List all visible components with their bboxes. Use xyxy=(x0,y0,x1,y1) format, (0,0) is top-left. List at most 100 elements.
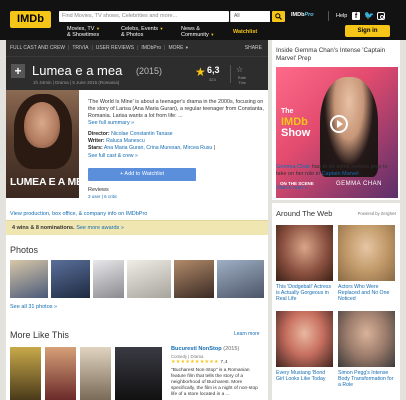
imdbpro-link[interactable]: IMDbPro xyxy=(291,12,314,18)
awards-bar: 4 wins & 8 nominations. See more awards … xyxy=(6,220,268,235)
facebook-icon[interactable]: f xyxy=(352,12,360,20)
rate-star-icon[interactable]: ☆ xyxy=(236,65,243,74)
stars-links[interactable]: Ana Maria Guran, Crina Muresan, Mircea R… xyxy=(104,145,212,151)
watchlist-link[interactable]: Watchlist xyxy=(233,26,257,38)
imdb-show-logo: The IMDb Show xyxy=(281,105,310,139)
title-bar: + Lumea e a mea (2015) 1h 44min | Drama … xyxy=(6,56,268,90)
plus-icon[interactable]: + xyxy=(11,64,25,78)
add-to-watchlist-button[interactable]: + Add to Watchlist xyxy=(88,168,196,181)
title-meta: 1h 44min | Drama | 5 June 2015 (Romania) xyxy=(33,80,120,85)
photo-thumbnail[interactable] xyxy=(10,260,48,298)
writer-link[interactable]: Raluca Manescu xyxy=(106,138,145,144)
poster-image[interactable]: LUMEA E A MEA xyxy=(6,90,79,198)
title-year[interactable]: (2015) xyxy=(136,66,162,76)
recommendation-poster[interactable] xyxy=(45,347,76,400)
director-link[interactable]: Nicolae Constantin Tanase xyxy=(111,131,173,137)
featured-title[interactable]: Bucuresti NonStop (2015) xyxy=(171,346,239,352)
sub-navigation: FULL CAST AND CREW | TRIVIA | USER REVIEWS | I… xyxy=(6,40,268,56)
powered-by-zergnet[interactable]: Powered by ZergNet xyxy=(358,211,396,216)
article-link[interactable]: Simon Pegg's Intense Body Transformation… xyxy=(338,370,396,389)
nav-movies-tv[interactable]: Movies, TV ▼ & Showtimes xyxy=(67,26,100,38)
nav-news-community[interactable]: News & Community ▼ xyxy=(181,26,214,38)
plot-text: 'The World Is Mine' is about a teenager'… xyxy=(88,99,264,119)
share-button[interactable]: SHARE xyxy=(245,40,262,56)
featured-rating[interactable]: ★★★★★★★★★★ 7,4 xyxy=(171,359,228,365)
caret-down-icon: ▼ xyxy=(210,32,215,37)
video-heading[interactable]: Inside Gemma Chan's Intense 'Captain Mar… xyxy=(276,47,398,62)
instagram-icon[interactable] xyxy=(377,12,385,20)
nav-label: & Showtimes xyxy=(67,32,100,38)
video-thumbnail[interactable]: The IMDb Show ON THE SCENE GEMMA CHAN xyxy=(276,67,398,198)
divider xyxy=(328,11,329,21)
rate-this-label[interactable]: Rate This xyxy=(235,75,249,85)
subnav-user-reviews[interactable]: USER REVIEWS xyxy=(96,45,134,51)
caret-down-icon: ▼ xyxy=(159,26,164,31)
more-like-this-heading: More Like This xyxy=(10,330,69,340)
caret-down-icon: ▼ xyxy=(184,45,189,50)
see-more-awards-link[interactable]: See more awards » xyxy=(76,225,124,231)
see-full-summary-link[interactable]: See full summary » xyxy=(88,120,134,126)
article-image[interactable] xyxy=(338,311,395,367)
recommendation-poster[interactable] xyxy=(80,347,111,400)
director-label: Director: xyxy=(88,131,110,137)
video-caption: Gemma Chan had to do some serious prep t… xyxy=(276,164,398,178)
subnav-more[interactable]: MORE xyxy=(168,45,183,51)
nav-label: & Photos xyxy=(121,32,144,38)
featured-rating-value: 7,4 xyxy=(220,359,228,364)
article-image[interactable] xyxy=(276,311,333,367)
signin-button[interactable]: Sign in xyxy=(345,25,390,37)
article-link[interactable]: Every Mustang 'Bond Girl Looks Like Toda… xyxy=(276,370,334,382)
captain-marvel-link[interactable]: Captain Marvel xyxy=(322,171,359,177)
around-the-web: Around The Web Powered by ZergNet This '… xyxy=(272,203,400,400)
learn-more-link[interactable]: Learn more xyxy=(234,331,260,337)
help-link[interactable]: Help xyxy=(336,13,347,19)
rating-value: 6,3 xyxy=(207,65,220,75)
photo-thumbnail[interactable] xyxy=(217,260,264,298)
rating-count[interactable]: 323 xyxy=(209,77,216,82)
poster-face xyxy=(24,102,60,148)
twitter-icon[interactable]: 🐦 xyxy=(364,12,374,20)
caption-end: . xyxy=(358,171,361,177)
recommendation-poster[interactable] xyxy=(10,347,41,400)
search-button[interactable] xyxy=(272,11,285,22)
brand-word: The xyxy=(281,108,294,115)
nav-celebs-events[interactable]: Celebs, Events ▼ & Photos xyxy=(121,26,164,38)
imdb-logo[interactable]: IMDb xyxy=(10,11,51,28)
caret-down-icon: ▼ xyxy=(95,26,100,31)
divider xyxy=(230,65,231,83)
subnav-imdbpro[interactable]: IMDbPro xyxy=(141,45,161,51)
photo-thumbnail[interactable] xyxy=(93,260,124,298)
see-full-cast-link[interactable]: See full cast & crew » xyxy=(88,153,138,159)
photo-thumbnail[interactable] xyxy=(127,260,171,298)
featured-description: "Bucharest Non-Stop" is a Romanian featu… xyxy=(171,368,258,397)
subnav-full-cast[interactable]: FULL CAST AND CREW xyxy=(10,45,65,51)
play-icon[interactable] xyxy=(330,115,348,133)
photo-thumbnail[interactable] xyxy=(174,260,214,298)
search-icon xyxy=(275,13,282,20)
reviews-links[interactable]: 3 user | 6 critic xyxy=(88,194,117,199)
article-image[interactable] xyxy=(276,225,333,281)
recommendation-poster-selected[interactable] xyxy=(115,347,162,400)
article-link[interactable]: Actors Who Were Replaced and No One Noti… xyxy=(338,284,396,303)
page-title: Lumea e a mea xyxy=(32,63,123,78)
watch-now-link[interactable]: Watch now » xyxy=(276,185,308,191)
star-icon: ★ xyxy=(195,65,206,79)
article-link[interactable]: This 'Dodgeball' Actress is Actually Gor… xyxy=(276,284,334,303)
imdbpro-info-link[interactable]: View production, box office, & company i… xyxy=(10,211,147,217)
photo-thumbnail[interactable] xyxy=(51,260,90,298)
credits: Director: Nicolae Constantin Tanase Writ… xyxy=(88,131,216,159)
search-input[interactable]: Find Movies, TV shows, Celebrities and m… xyxy=(59,11,229,22)
poster-title: LUMEA E A MEA xyxy=(10,176,79,188)
top-navbar: IMDb Find Movies, TV shows, Celebrities … xyxy=(0,0,406,40)
nav-label: Community xyxy=(181,32,209,38)
subnav-trivia[interactable]: TRIVIA xyxy=(72,45,88,51)
featured-title-text: Bucuresti NonStop xyxy=(171,346,222,352)
search-category-select[interactable]: All xyxy=(230,11,270,22)
video-person xyxy=(320,77,378,177)
writer-label: Writer: xyxy=(88,138,105,145)
gemma-chan-link[interactable]: Gemma Chan xyxy=(276,164,310,170)
see-all-photos-link[interactable]: See all 31 photos » xyxy=(10,304,57,310)
reviews-label: Reviews xyxy=(88,187,109,193)
stars-label: Stars: xyxy=(88,145,103,152)
article-image[interactable] xyxy=(338,225,395,281)
